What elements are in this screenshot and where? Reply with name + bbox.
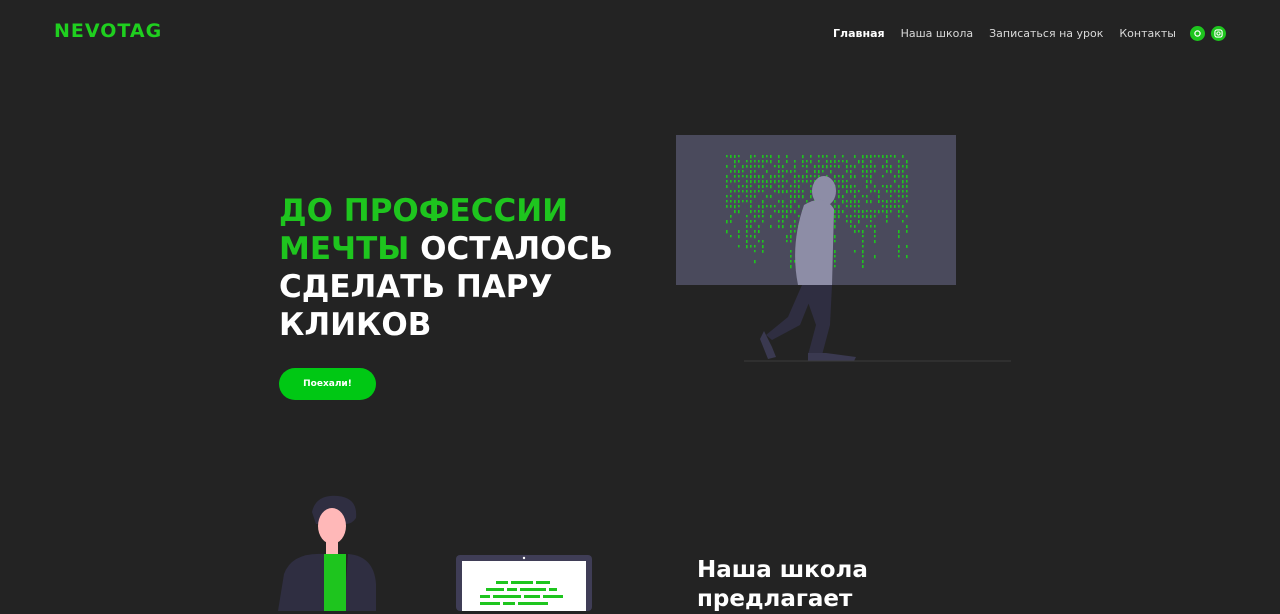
logo[interactable]: NEVOTAG	[54, 20, 162, 42]
section-title: Наша школа предлагает	[697, 557, 868, 612]
instagram-icon[interactable]	[1211, 26, 1226, 41]
student-illustration	[278, 495, 376, 611]
start-button[interactable]: Поехали!	[279, 368, 376, 400]
nav-link-contacts[interactable]: Контакты	[1119, 27, 1176, 40]
nav-link-signup[interactable]: Записаться на урок	[989, 27, 1103, 40]
hacker-illustration	[676, 135, 1011, 362]
chat-icon[interactable]	[1190, 26, 1205, 41]
nav-link-home[interactable]: Главная	[833, 27, 885, 40]
hero-title: ДО ПРОФЕССИИ МЕЧТЫ ОСТАЛОСЬ СДЕЛАТЬ ПАРУ…	[279, 192, 639, 344]
nav-link-school[interactable]: Наша школа	[901, 27, 974, 40]
laptop-illustration	[456, 555, 592, 611]
main-nav: Главная Наша школа Записаться на урок Ко…	[817, 26, 1226, 41]
